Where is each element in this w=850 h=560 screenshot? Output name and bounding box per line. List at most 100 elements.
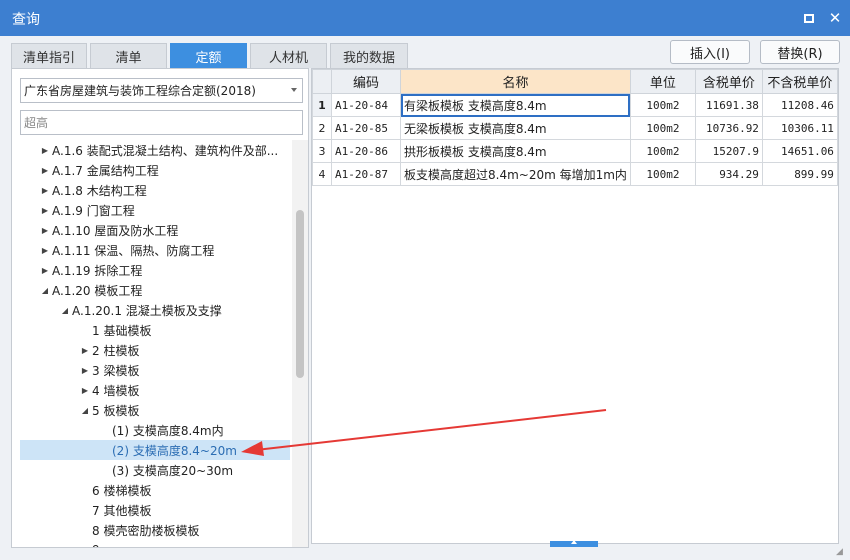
tree-node[interactable]: ◢ A.1.20.1 混凝土模板及支撑 (20, 300, 290, 320)
tree-node[interactable]: ◢ A.1.20 模板工程 (20, 280, 290, 300)
cell-price-notax[interactable]: 899.99 (761, 162, 838, 186)
tree-node[interactable]: 6 楼梯模板 (20, 480, 290, 500)
expand-arrow-icon[interactable]: ▶ (38, 266, 52, 275)
scrollbar-thumb[interactable] (296, 210, 304, 378)
tree-node-label: (1) 支模高度8.4m内 (112, 423, 224, 438)
cell-price-tax[interactable]: 10736.92 (694, 116, 763, 140)
quota-table-panel: 编码 名称 单位 含税单价 不含税单价 1 A1-20-84 有梁板模板 支模高… (311, 68, 839, 544)
tree-node[interactable]: (1) 支模高度8.4m内 (20, 420, 290, 440)
tree-node-label: 4 墙模板 (92, 383, 140, 398)
tree-node[interactable]: 7 其他模板 (20, 500, 290, 520)
cell-name[interactable]: 板支模高度超过8.4m~20m 每增加1m内 (400, 162, 631, 186)
tree-node[interactable]: ▶ 2 柱模板 (20, 340, 290, 360)
tree-node[interactable]: ▶ A.1.8 木结构工程 (20, 180, 290, 200)
expand-arrow-icon[interactable]: ▶ (78, 366, 92, 375)
row-number: 3 (312, 139, 332, 163)
cell-name[interactable]: 拱形板模板 支模高度8.4m (400, 139, 631, 163)
cell-price-notax[interactable]: 11208.46 (761, 93, 838, 117)
resize-grip-icon[interactable]: ◢ (836, 547, 848, 559)
close-button[interactable]: ✕ (826, 9, 844, 27)
expand-arrow-icon[interactable]: ▶ (38, 226, 52, 235)
tab-my-data[interactable]: 我的数据 (330, 43, 408, 68)
tree-node[interactable]: ▶ 3 梁模板 (20, 360, 290, 380)
header-price-tax[interactable]: 含税单价 (694, 69, 763, 94)
table-row[interactable]: 2 A1-20-85 无梁板模板 支模高度8.4m 100m2 10736.92… (312, 116, 838, 140)
chevron-up-icon (571, 540, 577, 544)
tree-node-label: 7 其他模板 (92, 503, 152, 518)
cell-price-notax[interactable]: 10306.11 (761, 116, 838, 140)
tree-node[interactable]: ◢ 5 板模板 (20, 400, 290, 420)
cell-unit[interactable]: 100m2 (629, 162, 696, 186)
cell-price-tax[interactable]: 934.29 (694, 162, 763, 186)
table-row[interactable]: 4 A1-20-87 板支模高度超过8.4m~20m 每增加1m内 100m2 … (312, 162, 838, 186)
tree-node[interactable]: (2) 支模高度8.4~20m (20, 440, 290, 460)
expand-arrow-icon[interactable]: ▶ (38, 146, 52, 155)
header-unit[interactable]: 单位 (629, 69, 696, 94)
tab-bill-guide[interactable]: 清单指引 (11, 43, 87, 68)
cell-code[interactable]: A1-20-86 (331, 139, 401, 163)
tree-node[interactable]: 9 ... (20, 540, 290, 547)
tree-node-label: A.1.10 屋面及防水工程 (52, 223, 179, 238)
tree-node[interactable]: ▶ 4 墙模板 (20, 380, 290, 400)
expand-arrow-icon[interactable]: ▶ (38, 206, 52, 215)
cell-price-notax[interactable]: 14651.06 (761, 139, 838, 163)
header-name[interactable]: 名称 (400, 69, 631, 94)
expand-arrow-icon[interactable]: ▶ (38, 166, 52, 175)
tree-node[interactable]: ▶ A.1.7 金属结构工程 (20, 160, 290, 180)
tree-node[interactable]: 1 基础模板 (20, 320, 290, 340)
cell-unit[interactable]: 100m2 (629, 116, 696, 140)
table-row[interactable]: 1 A1-20-84 有梁板模板 支模高度8.4m 100m2 11691.38… (312, 93, 838, 117)
tree-node-label: A.1.20 模板工程 (52, 283, 143, 298)
cell-unit[interactable]: 100m2 (629, 139, 696, 163)
maximize-button[interactable] (800, 9, 818, 27)
header-rownum (312, 69, 332, 94)
collapse-arrow-icon[interactable]: ◢ (38, 286, 52, 295)
tree-node-label: A.1.6 装配式混凝土结构、建筑构件及部... (52, 143, 279, 158)
tree-node-label: A.1.9 门窗工程 (52, 203, 135, 218)
quota-tree-panel: 广东省房屋建筑与装饰工程综合定额(2018) 超高 ▶ A.1.6 装配式混凝土结… (11, 68, 309, 548)
window-titlebar: 查询 ✕ (0, 0, 850, 36)
search-input-value: 超高 (24, 116, 49, 130)
tree-node[interactable]: 8 模壳密肋楼板模板 (20, 520, 290, 540)
chapter-tree: ▶ A.1.6 装配式混凝土结构、建筑构件及部... ▶ A.1.7 金属结构工程 ▶ A… (12, 140, 292, 547)
insert-button[interactable]: 插入(I) (670, 40, 750, 64)
expand-arrow-icon[interactable]: ▶ (38, 186, 52, 195)
tree-scrollbar[interactable] (292, 140, 308, 547)
expand-arrow-icon[interactable]: ▶ (38, 246, 52, 255)
tree-node[interactable]: ▶ A.1.10 屋面及防水工程 (20, 220, 290, 240)
cell-unit[interactable]: 100m2 (629, 93, 696, 117)
collapse-arrow-icon[interactable]: ◢ (58, 306, 72, 315)
replace-button[interactable]: 替换(R) (760, 40, 840, 64)
header-price-notax[interactable]: 不含税单价 (761, 69, 838, 94)
search-input[interactable]: 超高 (20, 110, 303, 135)
tree-node[interactable]: (3) 支模高度20~30m (20, 460, 290, 480)
tree-node-label: (3) 支模高度20~30m (112, 463, 234, 478)
tree-node-label: A.1.11 保温、隔热、防腐工程 (52, 243, 215, 258)
header-code[interactable]: 编码 (331, 69, 401, 94)
tree-node-label: A.1.20.1 混凝土模板及支撑 (72, 303, 222, 318)
tree-node[interactable]: ▶ A.1.19 拆除工程 (20, 260, 290, 280)
tree-node[interactable]: ▶ A.1.11 保温、隔热、防腐工程 (20, 240, 290, 260)
cell-code[interactable]: A1-20-87 (331, 162, 401, 186)
collapse-arrow-icon[interactable]: ◢ (78, 406, 92, 415)
expand-arrow-icon[interactable]: ▶ (78, 386, 92, 395)
tab-quota[interactable]: 定额 (170, 43, 247, 68)
table-row[interactable]: 3 A1-20-86 拱形板模板 支模高度8.4m 100m2 15207.9 … (312, 139, 838, 163)
cell-name[interactable]: 无梁板模板 支模高度8.4m (400, 116, 631, 140)
cell-code[interactable]: A1-20-84 (331, 93, 401, 117)
quota-library-value: 广东省房屋建筑与装饰工程综合定额(2018) (24, 84, 256, 98)
cell-price-tax[interactable]: 15207.9 (694, 139, 763, 163)
quota-library-select[interactable]: 广东省房屋建筑与装饰工程综合定额(2018) (20, 78, 303, 103)
cell-name[interactable]: 有梁板模板 支模高度8.4m (400, 93, 631, 117)
tree-node[interactable]: ▶ A.1.9 门窗工程 (20, 200, 290, 220)
tree-node-label: A.1.8 木结构工程 (52, 183, 147, 198)
window-title: 查询 (12, 12, 40, 28)
tree-node-label: 8 模壳密肋楼板模板 (92, 523, 200, 538)
tree-node[interactable]: ▶ A.1.6 装配式混凝土结构、建筑构件及部... (20, 140, 290, 160)
expand-arrow-icon[interactable]: ▶ (78, 346, 92, 355)
tab-bill[interactable]: 清单 (90, 43, 167, 68)
cell-code[interactable]: A1-20-85 (331, 116, 401, 140)
tree-node-label: A.1.19 拆除工程 (52, 263, 143, 278)
tab-labor-material-machine[interactable]: 人材机 (250, 43, 327, 68)
cell-price-tax[interactable]: 11691.38 (694, 93, 763, 117)
